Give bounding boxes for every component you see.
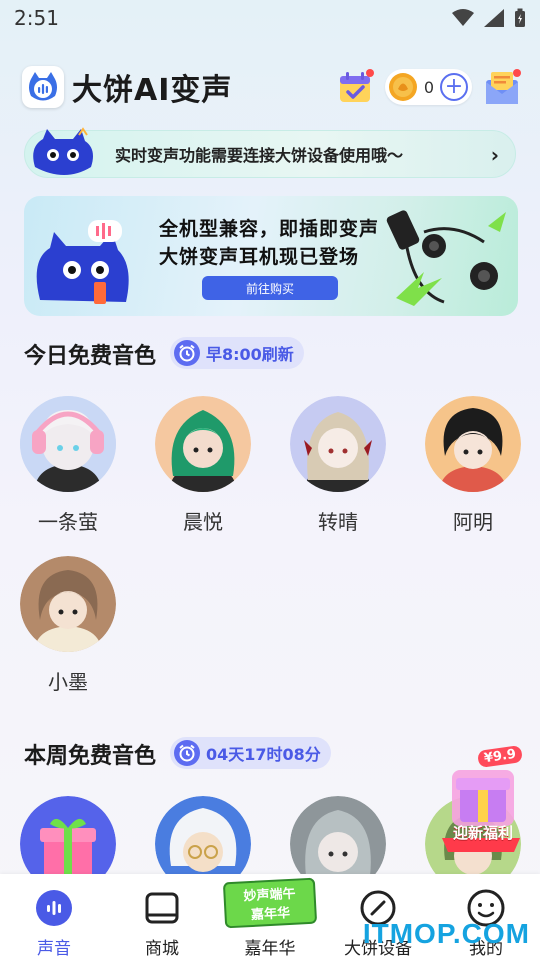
- voice-avatar[interactable]: [155, 396, 251, 492]
- carnival-badge: 妙声端午 嘉年华: [222, 877, 318, 929]
- promo-label: 迎新福利: [452, 824, 513, 842]
- message-mail-icon[interactable]: [482, 68, 522, 106]
- site-watermark: ITMOP.COM: [362, 918, 530, 949]
- wifi-icon: [452, 9, 474, 26]
- weekly-countdown-pill: 04天17时08分: [170, 737, 331, 769]
- voice-bubble-icon: [34, 888, 74, 928]
- voice-avatar[interactable]: [290, 396, 386, 492]
- mascot-cat-icon: [33, 127, 93, 175]
- newcomer-gift-promo[interactable]: ¥9.9 迎新福利: [440, 745, 524, 858]
- today-free-title: 今日免费音色: [24, 344, 157, 369]
- chevron-right-icon: ›: [490, 143, 499, 167]
- voice-name: 小墨: [48, 670, 88, 694]
- voice-avatar[interactable]: [20, 396, 116, 492]
- checkin-calendar-icon[interactable]: [337, 68, 375, 106]
- voice-name: 晨悦: [183, 510, 223, 534]
- voice-name: 阿明: [453, 510, 493, 534]
- coin-balance[interactable]: 0 +: [384, 69, 472, 105]
- earphones-icon: [386, 210, 506, 306]
- banner-headline: 全机型兼容，即插即变声: [159, 218, 380, 240]
- weekly-countdown-text: 04天17时08分: [206, 745, 321, 764]
- app-header: 大饼AI变声 0 +: [22, 64, 522, 110]
- device-notice-bar[interactable]: 实时变声功能需要连接大饼设备使用哦～ ›: [24, 127, 516, 178]
- voice-avatar[interactable]: [20, 556, 116, 652]
- status-icons: [452, 8, 526, 28]
- nav-tab-voice[interactable]: 声音: [0, 874, 108, 960]
- notice-text: 实时变声功能需要连接大饼设备使用哦～: [115, 146, 404, 165]
- battery-icon: [515, 8, 525, 27]
- add-coins-button[interactable]: +: [440, 73, 468, 101]
- app-title: 大饼AI变声: [72, 73, 233, 108]
- weekly-free-title: 本周免费音色: [24, 744, 157, 769]
- voice-item[interactable]: 晨悦: [148, 396, 258, 535]
- status-time: 2:51: [14, 6, 59, 30]
- alarm-clock-icon: [174, 740, 200, 766]
- banner-subheadline: 大饼变声耳机现已登场: [159, 246, 360, 268]
- nav-label: 声音: [37, 939, 71, 959]
- logo-icon: [29, 72, 57, 101]
- today-refresh-pill: 早8:00刷新: [170, 337, 304, 369]
- earphone-promo-banner[interactable]: 全机型兼容，即插即变声 大饼变声耳机现已登场 前往购买: [24, 196, 518, 316]
- alarm-clock-icon: [174, 340, 200, 366]
- nav-tab-carnival[interactable]: 妙声端午 嘉年华 嘉年华: [216, 874, 324, 960]
- app-logo: [22, 66, 64, 108]
- buy-now-button[interactable]: 前往购买: [202, 276, 338, 300]
- voice-name: 一条萤: [38, 510, 98, 534]
- nav-label: 商城: [145, 939, 179, 959]
- nav-tab-shop[interactable]: 商城: [108, 874, 216, 960]
- header-actions: 0 +: [337, 68, 522, 106]
- carnival-badge-line2: 嘉年华: [250, 905, 291, 923]
- voice-item[interactable]: 转晴: [283, 396, 393, 535]
- signal-icon: [484, 9, 504, 27]
- voice-item[interactable]: 小墨: [13, 556, 123, 695]
- shop-icon: [142, 888, 182, 928]
- voice-item[interactable]: 阿明: [418, 396, 528, 535]
- banner-mascot-icon: [36, 220, 129, 304]
- coin-icon: [388, 73, 417, 101]
- today-refresh-text: 早8:00刷新: [206, 345, 294, 364]
- status-bar: 2:51: [0, 0, 540, 36]
- nav-label: 嘉年华: [244, 939, 296, 959]
- voice-avatar[interactable]: [425, 396, 521, 492]
- coin-count: 0: [423, 77, 434, 97]
- voice-name: 转晴: [318, 510, 358, 534]
- voice-item[interactable]: 一条萤: [13, 396, 123, 535]
